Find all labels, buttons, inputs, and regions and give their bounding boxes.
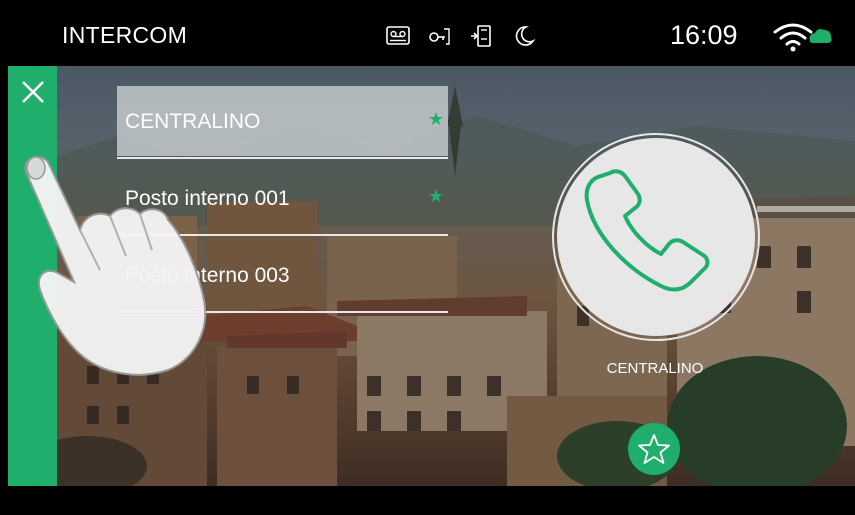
close-icon (21, 81, 44, 103)
favorite-star-icon: ★ (427, 186, 444, 206)
add-favorite-button[interactable] (628, 423, 680, 475)
phone-handset-icon (584, 169, 710, 292)
clock: 16:09 (670, 20, 738, 50)
wifi-cloud-icon[interactable] (771, 20, 833, 52)
top-status-bar: INTERCOM 16:09 (0, 0, 855, 66)
contact-item-centralino[interactable]: CENTRALINO ★ (117, 86, 448, 159)
intercom-screen: INTERCOM 16:09 CENTRALINO ★ Posto intern… (0, 0, 855, 515)
call-button[interactable] (557, 138, 755, 336)
contact-label: CENTRALINO (125, 110, 261, 133)
call-target-label: CENTRALINO (606, 360, 704, 377)
door-phone-icon (471, 25, 491, 47)
door-key-icon (429, 28, 450, 45)
page-title: INTERCOM (62, 22, 188, 48)
star-outline-icon (638, 434, 670, 464)
answering-machine-icon (386, 26, 410, 45)
night-mode-icon (515, 26, 536, 46)
hand-pointer-icon (24, 156, 207, 376)
favorite-star-icon: ★ (427, 109, 444, 129)
status-icons (385, 24, 537, 48)
close-button[interactable] (8, 66, 57, 118)
